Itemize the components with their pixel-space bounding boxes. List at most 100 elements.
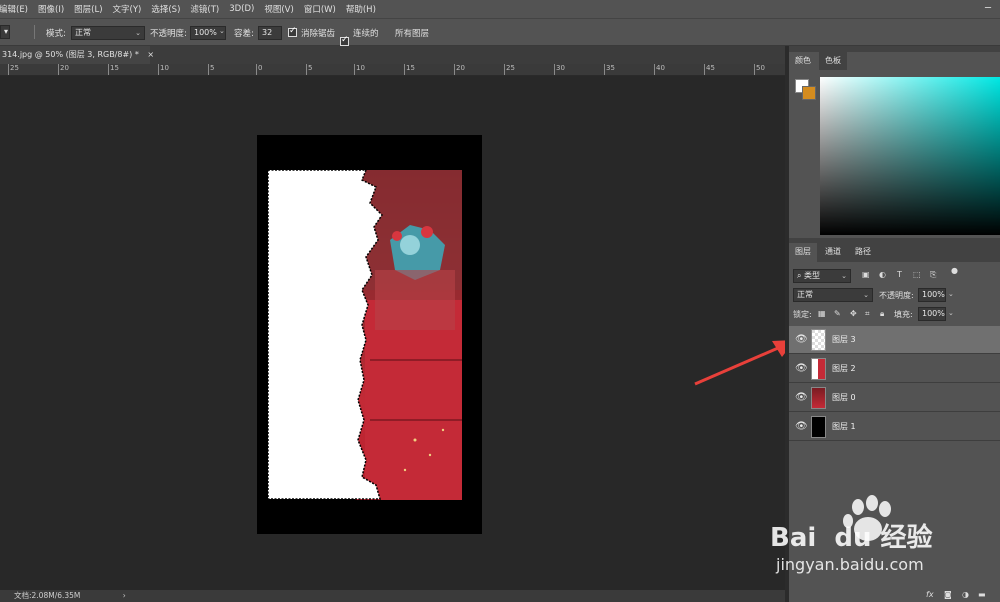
chevron-down-icon[interactable]: ⌄ bbox=[948, 290, 954, 298]
lock-paint-icon[interactable]: ✎ bbox=[834, 309, 841, 318]
ruler-label: 15 bbox=[110, 64, 119, 72]
menu-help[interactable]: 帮助(H) bbox=[341, 3, 381, 15]
fill-field[interactable]: 100% bbox=[918, 307, 946, 321]
filter-type-icon[interactable]: T bbox=[897, 270, 902, 279]
layer-name[interactable]: 图层 3 bbox=[832, 334, 856, 345]
lock-label: 锁定: bbox=[793, 310, 812, 319]
fx-icon[interactable]: fx bbox=[926, 590, 934, 599]
fill-label: 填充: bbox=[894, 310, 913, 319]
minimize-icon[interactable]: ─ bbox=[976, 0, 1000, 18]
blend-mode-value: 正常 bbox=[797, 290, 813, 299]
layer-opacity-value: 100% bbox=[922, 290, 945, 299]
chevron-down-icon: ⌄ bbox=[135, 29, 141, 37]
ruler-label: 20 bbox=[60, 64, 69, 72]
contiguous-checkbox[interactable] bbox=[340, 35, 349, 46]
eye-icon[interactable]: 👁︎ bbox=[795, 363, 808, 374]
separator bbox=[34, 25, 35, 39]
menu-bar: 编辑(E) 图像(I) 图层(L) 文字(Y) 选择(S) 滤镜(T) 3D(D… bbox=[0, 0, 1000, 18]
layer-row-3[interactable]: 👁︎ 图层 3 bbox=[789, 326, 1000, 354]
document-tab-title: 314.jpg @ 50% (图层 3, RGB/8#) * bbox=[2, 50, 139, 59]
contiguous-label: 连续的 bbox=[353, 29, 379, 39]
eye-icon[interactable]: 👁︎ bbox=[795, 334, 808, 345]
tool-preset-dropdown[interactable]: ▾ bbox=[0, 25, 10, 39]
layer-thumbnail bbox=[811, 387, 826, 409]
opacity-label: 不透明度: bbox=[150, 29, 187, 39]
ruler-label: 10 bbox=[160, 64, 169, 72]
ruler-label: 5 bbox=[308, 64, 313, 72]
menu-3d[interactable]: 3D(D) bbox=[224, 4, 259, 14]
menu-filter[interactable]: 滤镜(T) bbox=[185, 3, 224, 15]
document-tab[interactable]: 314.jpg @ 50% (图层 3, RGB/8#) * × bbox=[0, 46, 154, 64]
background-color-swatch[interactable] bbox=[802, 86, 816, 100]
tab-paths[interactable]: 路径 bbox=[849, 243, 877, 262]
lock-transparent-icon[interactable]: ▦ bbox=[818, 309, 826, 318]
group-icon[interactable]: ▬ bbox=[978, 590, 986, 599]
layer-row-2[interactable]: 👁︎ 图层 2 bbox=[789, 355, 1000, 383]
filter-smart-object-icon[interactable]: ⎘ bbox=[930, 270, 936, 280]
chevron-down-icon[interactable]: ⌄ bbox=[948, 309, 954, 317]
chevron-down-icon: ⌄ bbox=[863, 291, 869, 299]
baidu-watermark: Bai du 经验 jingyan.baidu.com bbox=[768, 495, 998, 577]
eye-icon[interactable]: 👁︎ bbox=[795, 421, 808, 432]
ruler-label: 15 bbox=[406, 64, 415, 72]
ruler-label: 5 bbox=[210, 64, 215, 72]
layer-filter-dropdown[interactable]: ⌕ 类型 ⌄ bbox=[793, 269, 851, 283]
menu-view[interactable]: 视图(V) bbox=[259, 3, 298, 15]
tolerance-field[interactable]: 32 bbox=[258, 26, 282, 40]
filter-shape-icon[interactable]: ⬚ bbox=[913, 270, 921, 279]
menu-type[interactable]: 文字(Y) bbox=[108, 3, 147, 15]
ruler-label: 45 bbox=[706, 64, 715, 72]
antialias-checkbox[interactable] bbox=[288, 26, 297, 37]
ruler-label: 50 bbox=[756, 64, 765, 72]
menu-edit[interactable]: 编辑(E) bbox=[0, 3, 33, 15]
blend-mode-dropdown[interactable]: 正常 ⌄ bbox=[793, 288, 873, 302]
watermark-url: jingyan.baidu.com bbox=[776, 555, 924, 574]
lock-move-icon[interactable]: ✥ bbox=[850, 309, 857, 318]
color-picker-field[interactable] bbox=[820, 77, 1000, 235]
menu-select[interactable]: 选择(S) bbox=[146, 3, 185, 15]
tab-color[interactable]: 颜色 bbox=[789, 52, 817, 70]
mode-dropdown[interactable]: 正常 ⌄ bbox=[71, 26, 145, 40]
annotation-arrow bbox=[694, 340, 795, 386]
ruler-label: 20 bbox=[456, 64, 465, 72]
layer-thumbnail bbox=[811, 329, 826, 351]
layer-row-0[interactable]: 👁︎ 图层 0 bbox=[789, 384, 1000, 412]
antialias-label: 消除锯齿 bbox=[301, 29, 336, 39]
document-size-info: 文档:2.08M/6.35M bbox=[14, 591, 81, 600]
layer-thumbnail bbox=[811, 416, 826, 438]
mode-label: 模式: bbox=[46, 29, 66, 39]
options-bar: ▾ 模式: 正常 ⌄ 不透明度: 100% ⌄ 容差: 32 消除锯齿 连续的 … bbox=[0, 18, 1000, 55]
all-layers-label: 所有图层 bbox=[395, 29, 430, 39]
filter-adjustment-icon[interactable]: ◐ bbox=[879, 270, 886, 279]
layer-name[interactable]: 图层 0 bbox=[832, 392, 856, 403]
menu-layer[interactable]: 图层(L) bbox=[69, 3, 107, 15]
torn-white-layer bbox=[267, 169, 383, 500]
watermark-brand: Bai du 经验 bbox=[770, 523, 933, 553]
adjustment-layer-icon[interactable]: ◑ bbox=[962, 590, 969, 599]
layer-name[interactable]: 图层 2 bbox=[832, 363, 856, 374]
tab-swatches[interactable]: 色板 bbox=[819, 52, 847, 70]
tolerance-value: 32 bbox=[262, 28, 273, 37]
filter-toggle-icon[interactable]: ● bbox=[951, 266, 958, 275]
lock-artboard-icon[interactable]: ⌗ bbox=[865, 309, 870, 319]
ruler-label: 40 bbox=[656, 64, 665, 72]
mode-value: 正常 bbox=[75, 28, 91, 37]
layer-name[interactable]: 图层 1 bbox=[832, 421, 856, 432]
menu-image[interactable]: 图像(I) bbox=[33, 3, 69, 15]
layer-opacity-field[interactable]: 100% bbox=[918, 288, 946, 302]
tab-channels[interactable]: 通道 bbox=[819, 243, 847, 262]
filter-pixel-icon[interactable]: ▣ bbox=[862, 270, 870, 279]
eye-icon[interactable]: 👁︎ bbox=[795, 392, 808, 403]
chevron-right-icon[interactable]: › bbox=[123, 591, 126, 600]
tab-layers[interactable]: 图层 bbox=[789, 243, 817, 262]
menu-window[interactable]: 窗口(W) bbox=[299, 3, 341, 15]
close-icon[interactable]: × bbox=[147, 50, 154, 59]
layer-thumbnail bbox=[811, 358, 826, 380]
chevron-down-icon[interactable]: ⌄ bbox=[219, 27, 225, 35]
fill-value: 100% bbox=[922, 309, 945, 318]
layer-row-1[interactable]: 👁︎ 图层 1 bbox=[789, 413, 1000, 441]
add-mask-icon[interactable]: ◙ bbox=[944, 590, 952, 599]
layer-filter-value: 类型 bbox=[804, 271, 821, 280]
horizontal-ruler: 25 20 15 10 5 0 5 10 15 20 25 30 35 40 4… bbox=[0, 64, 785, 76]
lock-all-icon[interactable]: 🔒︎ bbox=[880, 309, 884, 319]
